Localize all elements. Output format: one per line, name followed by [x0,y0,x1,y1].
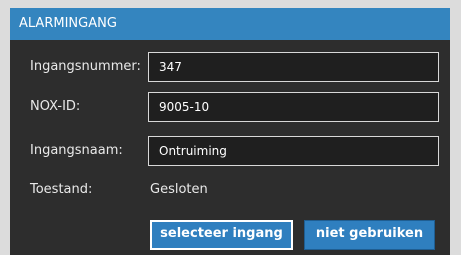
nox-id-field[interactable]: 9005-10 [148,92,439,122]
toestand-label: Toestand: [30,182,93,197]
select-input-button[interactable]: selecteer ingang [150,220,293,250]
dialog-title: ALARMINGANG [10,8,450,40]
toestand-row: Toestand: Gesloten [10,175,450,205]
ingangsnummer-row: Ingangsnummer: 347 [10,52,450,82]
toestand-value: Gesloten [150,182,208,197]
nox-id-row: NOX-ID: 9005-10 [10,92,450,122]
alarm-input-dialog: ALARMINGANG Ingangsnummer: 347 NOX-ID: 9… [10,8,450,255]
ingangsnaam-label: Ingangsnaam: [30,143,123,158]
ingangsnummer-field[interactable]: 347 [148,52,439,82]
ingangsnummer-label: Ingangsnummer: [30,59,141,74]
nox-id-label: NOX-ID: [30,99,81,114]
ingangsnaam-row: Ingangsnaam: Ontruiming [10,136,450,166]
disable-input-button[interactable]: niet gebruiken [304,220,435,250]
ingangsnaam-field[interactable]: Ontruiming [148,136,439,166]
